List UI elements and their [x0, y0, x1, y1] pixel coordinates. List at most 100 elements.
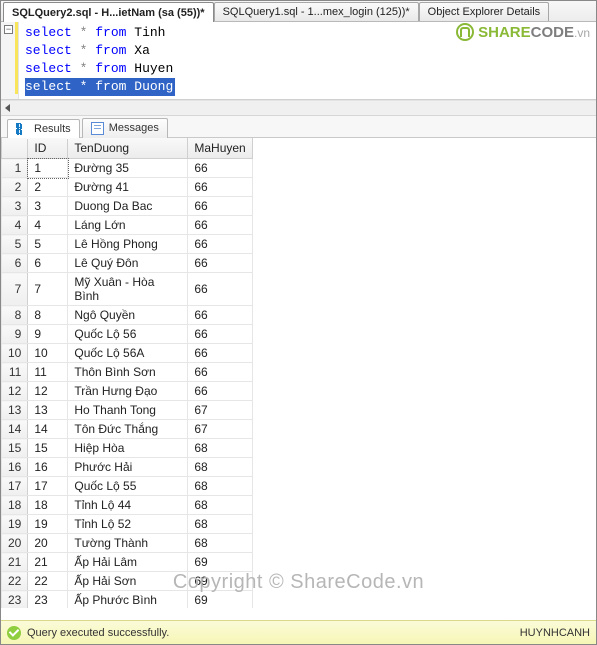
cell-tenduong[interactable]: Ho Thanh Tong: [68, 401, 188, 420]
tab-sqlquery2[interactable]: SQLQuery2.sql - H...ietNam (sa (55))*: [3, 2, 214, 22]
cell-tenduong[interactable]: Quốc Lộ 55: [68, 477, 188, 496]
cell-id[interactable]: 21: [28, 553, 68, 572]
table-row[interactable]: 1111Thôn Bình Sơn66: [2, 363, 253, 382]
cell-tenduong[interactable]: Duong Da Bac: [68, 197, 188, 216]
row-number[interactable]: 3: [2, 197, 28, 216]
row-number[interactable]: 2: [2, 178, 28, 197]
row-number[interactable]: 1: [2, 159, 28, 178]
table-row[interactable]: 55Lê Hồng Phong66: [2, 235, 253, 254]
cell-id[interactable]: 10: [28, 344, 68, 363]
tab-results[interactable]: Results: [7, 119, 80, 139]
cell-tenduong[interactable]: Phước Hải: [68, 458, 188, 477]
table-row[interactable]: 44Láng Lớn66: [2, 216, 253, 235]
cell-mahuyen[interactable]: 66: [188, 159, 252, 178]
cell-mahuyen[interactable]: 67: [188, 401, 252, 420]
cell-tenduong[interactable]: Ấp Hải Sơn: [68, 572, 188, 591]
editor-scroll-left[interactable]: [1, 100, 596, 116]
cell-tenduong[interactable]: Tỉnh Lộ 44: [68, 496, 188, 515]
cell-tenduong[interactable]: Tường Thành: [68, 534, 188, 553]
table-row[interactable]: 2020Tường Thành68: [2, 534, 253, 553]
cell-tenduong[interactable]: Đường 41: [68, 178, 188, 197]
cell-id[interactable]: 9: [28, 325, 68, 344]
editor-line[interactable]: select * from Duong: [25, 78, 175, 96]
row-number[interactable]: 14: [2, 420, 28, 439]
cell-mahuyen[interactable]: 68: [188, 534, 252, 553]
row-number[interactable]: 7: [2, 273, 28, 306]
editor-line[interactable]: select * from Tinh: [25, 24, 175, 42]
cell-tenduong[interactable]: Quốc Lộ 56A: [68, 344, 188, 363]
row-number[interactable]: 20: [2, 534, 28, 553]
cell-mahuyen[interactable]: 69: [188, 591, 252, 609]
table-row[interactable]: 1515Hiệp Hòa68: [2, 439, 253, 458]
table-row[interactable]: 66Lê Quý Đôn66: [2, 254, 253, 273]
cell-id[interactable]: 13: [28, 401, 68, 420]
cell-tenduong[interactable]: Tỉnh Lộ 52: [68, 515, 188, 534]
row-number[interactable]: 16: [2, 458, 28, 477]
cell-id[interactable]: 11: [28, 363, 68, 382]
table-row[interactable]: 1010Quốc Lộ 56A66: [2, 344, 253, 363]
table-row[interactable]: 1212Trần Hưng Đạo66: [2, 382, 253, 401]
cell-mahuyen[interactable]: 68: [188, 458, 252, 477]
cell-tenduong[interactable]: Trần Hưng Đạo: [68, 382, 188, 401]
table-row[interactable]: 2323Ấp Phước Bình69: [2, 591, 253, 609]
row-number[interactable]: 9: [2, 325, 28, 344]
cell-mahuyen[interactable]: 66: [188, 325, 252, 344]
cell-mahuyen[interactable]: 66: [188, 344, 252, 363]
tab-sqlquery1[interactable]: SQLQuery1.sql - 1...mex_login (125))*: [214, 2, 419, 21]
row-number[interactable]: 23: [2, 591, 28, 609]
row-number[interactable]: 8: [2, 306, 28, 325]
table-row[interactable]: 88Ngô Quyền66: [2, 306, 253, 325]
tab-messages[interactable]: Messages: [82, 118, 168, 138]
cell-id[interactable]: 6: [28, 254, 68, 273]
cell-id[interactable]: 4: [28, 216, 68, 235]
table-row[interactable]: 1414Tôn Đức Thắng67: [2, 420, 253, 439]
row-header-corner[interactable]: [2, 138, 28, 159]
cell-id[interactable]: 22: [28, 572, 68, 591]
fold-toggle-icon[interactable]: −: [4, 25, 13, 34]
table-row[interactable]: 22Đường 4166: [2, 178, 253, 197]
column-header-id[interactable]: ID: [28, 138, 68, 159]
cell-id[interactable]: 17: [28, 477, 68, 496]
row-number[interactable]: 17: [2, 477, 28, 496]
cell-id[interactable]: 23: [28, 591, 68, 609]
editor-line[interactable]: select * from Xa: [25, 42, 175, 60]
cell-mahuyen[interactable]: 66: [188, 254, 252, 273]
cell-id[interactable]: 2: [28, 178, 68, 197]
column-header-tenduong[interactable]: TenDuong: [68, 138, 188, 159]
cell-tenduong[interactable]: Mỹ Xuân - Hòa Bình: [68, 273, 188, 306]
cell-tenduong[interactable]: Thôn Bình Sơn: [68, 363, 188, 382]
cell-mahuyen[interactable]: 66: [188, 306, 252, 325]
table-row[interactable]: 99Quốc Lộ 5666: [2, 325, 253, 344]
column-header-mahuyen[interactable]: MaHuyen: [188, 138, 252, 159]
cell-id[interactable]: 3: [28, 197, 68, 216]
cell-id[interactable]: 18: [28, 496, 68, 515]
tab-object-explorer-details[interactable]: Object Explorer Details: [419, 2, 550, 21]
row-number[interactable]: 22: [2, 572, 28, 591]
cell-mahuyen[interactable]: 68: [188, 439, 252, 458]
table-row[interactable]: 1818Tỉnh Lộ 4468: [2, 496, 253, 515]
cell-mahuyen[interactable]: 68: [188, 496, 252, 515]
cell-id[interactable]: 7: [28, 273, 68, 306]
row-number[interactable]: 13: [2, 401, 28, 420]
cell-tenduong[interactable]: Ấp Hải Lâm: [68, 553, 188, 572]
table-row[interactable]: 1919Tỉnh Lộ 5268: [2, 515, 253, 534]
cell-tenduong[interactable]: Ấp Phước Bình: [68, 591, 188, 609]
row-number[interactable]: 18: [2, 496, 28, 515]
cell-tenduong[interactable]: Đường 35: [68, 159, 188, 178]
cell-tenduong[interactable]: Ngô Quyền: [68, 306, 188, 325]
row-number[interactable]: 5: [2, 235, 28, 254]
table-row[interactable]: 2121Ấp Hải Lâm69: [2, 553, 253, 572]
row-number[interactable]: 6: [2, 254, 28, 273]
cell-mahuyen[interactable]: 68: [188, 477, 252, 496]
cell-tenduong[interactable]: Lê Quý Đôn: [68, 254, 188, 273]
row-number[interactable]: 19: [2, 515, 28, 534]
cell-id[interactable]: 16: [28, 458, 68, 477]
cell-id[interactable]: 14: [28, 420, 68, 439]
table-row[interactable]: 1616Phước Hải68: [2, 458, 253, 477]
cell-id[interactable]: 1: [28, 159, 68, 178]
cell-mahuyen[interactable]: 69: [188, 553, 252, 572]
row-number[interactable]: 15: [2, 439, 28, 458]
cell-id[interactable]: 5: [28, 235, 68, 254]
cell-mahuyen[interactable]: 68: [188, 515, 252, 534]
cell-tenduong[interactable]: Láng Lớn: [68, 216, 188, 235]
